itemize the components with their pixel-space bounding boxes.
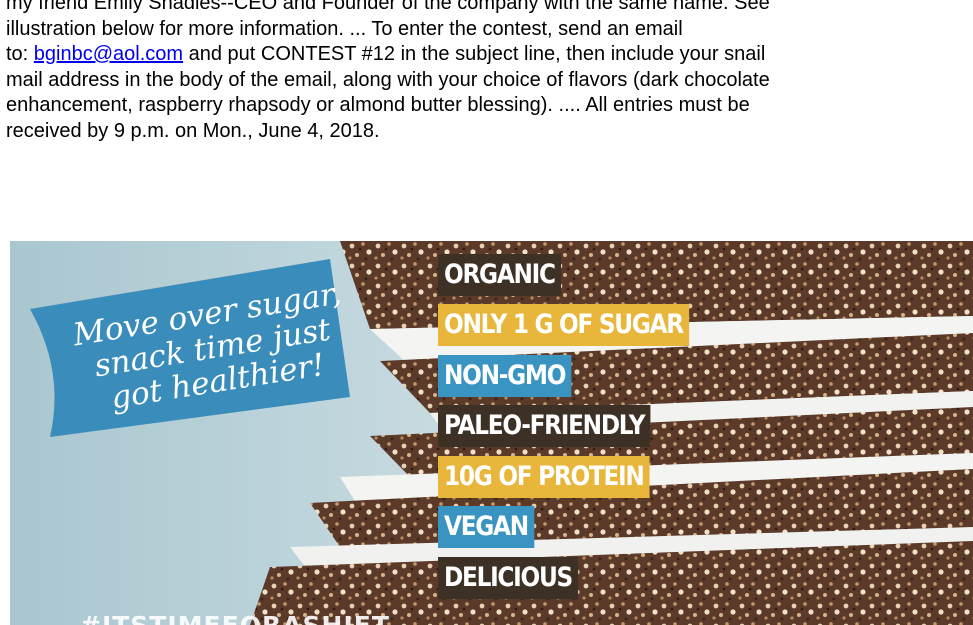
claim-label: ONLY 1 G OF SUGAR (438, 304, 689, 346)
article-line: my friend Emily Shadles--CEO and Founder… (6, 0, 770, 14)
claim-label: PALEO-FRIENDLY (438, 405, 651, 447)
article-line: mail address in the body of the email, a… (6, 68, 770, 91)
email-link[interactable]: bginbc@aol.com (34, 43, 183, 65)
article-line: received by 9 p.m. on Mon., June 4, 2018… (6, 119, 380, 142)
hashtag: #ITSTIMEFORASHIFT (80, 611, 390, 625)
article-text: my friend Emily Shadles--CEO and Founder… (6, 0, 972, 144)
promo-image: Move over sugar, snack time just got hea… (10, 241, 973, 625)
claim-label: ORGANIC (438, 254, 561, 296)
article-line: enhancement, raspberry rhapsody or almon… (6, 94, 750, 116)
article-line-prefix: to: (6, 43, 34, 65)
article-line: to: bginbc@aol.com and put CONTEST #12 i… (6, 42, 972, 68)
claim-label: VEGAN (438, 506, 534, 548)
claim-label: 10G OF PROTEIN (438, 456, 650, 498)
claim-label: NON-GMO (438, 355, 572, 397)
article-line: illustration below for more information.… (6, 17, 683, 40)
article-line-suffix: and put CONTEST #12 in the subject line,… (183, 43, 766, 65)
claim-label: DELICIOUS (438, 557, 579, 599)
